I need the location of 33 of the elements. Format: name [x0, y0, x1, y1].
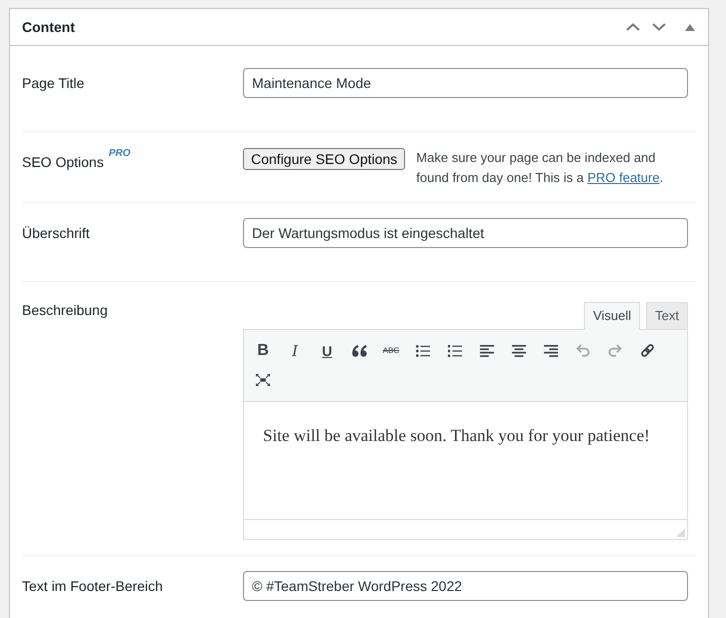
- quote-icon: [352, 344, 366, 356]
- underline-button[interactable]: U: [312, 336, 342, 365]
- field-label: Page Title: [22, 74, 84, 93]
- editor-tab[interactable]: Visuell: [584, 302, 640, 330]
- editor-tab[interactable]: Text: [646, 302, 688, 330]
- align-right-icon: [544, 344, 558, 356]
- bullet-list-icon: [416, 344, 430, 356]
- pro-label: PRO: [108, 149, 130, 159]
- panel-title: Content: [22, 18, 76, 37]
- feature-note: Make sure your page can be indexed and found from day one! This is a PRO feature.: [416, 149, 664, 187]
- resize-handle-icon[interactable]: [677, 529, 685, 537]
- chevron-up-icon: [626, 23, 640, 31]
- field-label: Text im Footer-Bereich: [22, 577, 163, 596]
- field-label: Überschrift: [22, 224, 90, 243]
- triangle-up-icon: [685, 24, 695, 30]
- italic-button[interactable]: I: [280, 336, 310, 365]
- configure-button[interactable]: Configure SEO Options: [243, 148, 406, 170]
- bold-button[interactable]: B: [248, 336, 278, 365]
- align-center-icon: [512, 344, 526, 356]
- pro-feature-link[interactable]: PRO feature: [587, 170, 660, 185]
- numbered-list-icon: [448, 344, 462, 356]
- strikethrough-button[interactable]: ABC: [376, 336, 406, 365]
- field-label: SEO Options: [22, 153, 104, 172]
- text-input[interactable]: © #TeamStreber WordPress 2022: [243, 571, 688, 601]
- text-input[interactable]: Der Wartungsmodus ist eingeschaltet: [243, 218, 688, 248]
- redo-icon: [608, 344, 622, 357]
- align-left-icon: [480, 344, 494, 356]
- chevron-down-icon: [652, 23, 666, 31]
- fullscreen-icon: [256, 374, 270, 386]
- text-input[interactable]: Maintenance Mode: [243, 68, 688, 98]
- link-icon: [640, 343, 654, 358]
- undo-icon: [576, 344, 590, 357]
- field-label: Beschreibung: [22, 301, 108, 320]
